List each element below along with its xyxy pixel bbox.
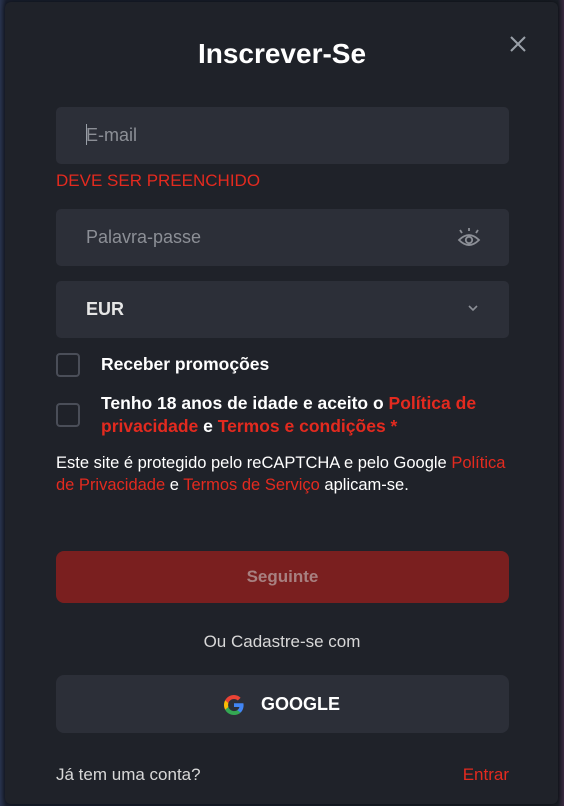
email-error-message: DEVE SER PREENCHIDO [56, 171, 261, 190]
login-link[interactable]: Entrar [463, 765, 509, 785]
email-field[interactable] [56, 107, 509, 164]
recaptcha-connector: e [165, 476, 184, 494]
terms-checkbox[interactable] [56, 403, 80, 427]
email-field-container [56, 107, 509, 164]
google-icon [224, 695, 244, 715]
google-signup-button[interactable]: GOOGLE [56, 675, 509, 733]
recaptcha-text-1: Este site é protegido pelo reCAPTCHA e p… [56, 454, 452, 472]
recaptcha-text-2: aplicam-se. [319, 476, 409, 494]
or-signup-with-text: Ou Cadastre-se com [203, 632, 361, 651]
google-terms-link[interactable]: Termos de Serviço [183, 476, 320, 494]
currency-selected-value: EUR [86, 299, 125, 319]
next-button[interactable]: Seguinte [56, 551, 509, 603]
promotions-checkbox[interactable] [56, 353, 80, 377]
required-mark: * [385, 416, 398, 436]
password-field-container [56, 209, 509, 266]
promotions-label: Receber promoções [101, 354, 270, 374]
google-button-label: GOOGLE [261, 694, 341, 714]
password-field[interactable] [56, 209, 509, 266]
terms-label: Tenho 18 anos de idade e aceito o Políti… [101, 392, 501, 438]
currency-select[interactable]: EUR [56, 281, 509, 338]
recaptcha-notice: Este site é protegido pelo reCAPTCHA e p… [56, 452, 506, 496]
page-title: Inscrever-Se [197, 38, 367, 69]
chevron-down-icon [468, 305, 478, 312]
terms-prefix: Tenho 18 anos de idade e aceito o [101, 393, 389, 413]
text-caret [86, 124, 87, 145]
have-account-text: Já tem uma conta? [56, 765, 201, 784]
terms-connector: e [198, 416, 218, 436]
eye-icon[interactable] [457, 227, 481, 249]
terms-conditions-link[interactable]: Termos e condições [218, 416, 386, 436]
